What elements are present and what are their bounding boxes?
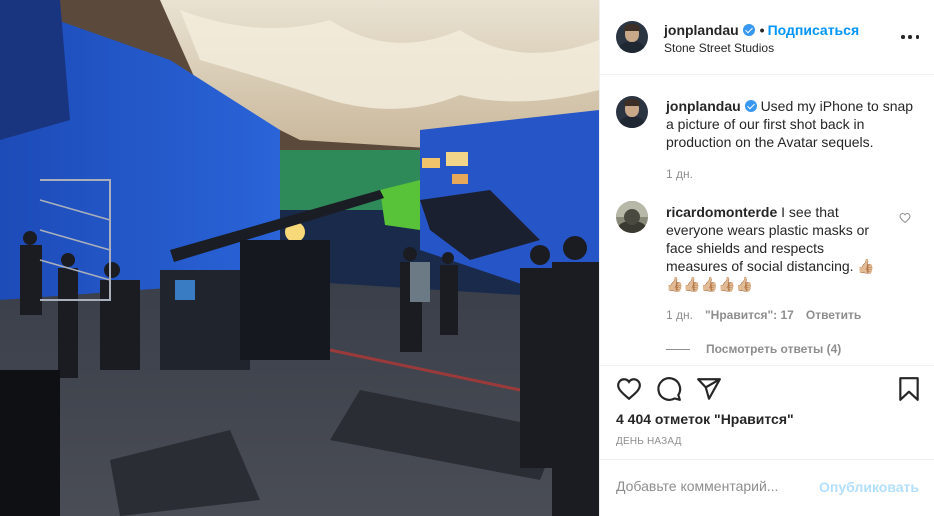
- post-caption: jonplandau Used my iPhone to snap a pict…: [666, 97, 916, 151]
- comment-input[interactable]: [616, 478, 806, 494]
- share-icon[interactable]: [696, 376, 722, 402]
- caption-username[interactable]: jonplandau: [666, 98, 741, 114]
- post-sidebar: jonplandau • Подписаться Stone Street Stud…: [599, 0, 934, 516]
- replies-divider: [666, 348, 690, 350]
- more-dot: [908, 35, 912, 39]
- author-username[interactable]: jonplandau: [664, 22, 739, 38]
- view-replies-label: Посмотреть ответы (4): [706, 342, 842, 356]
- verified-badge-icon: [742, 24, 755, 36]
- comment-likes[interactable]: "Нравится": 17: [705, 308, 794, 322]
- film-set-photo: [0, 0, 599, 516]
- instagram-post: jonplandau • Подписаться Stone Street Stud…: [0, 0, 934, 516]
- separator: •: [759, 22, 765, 38]
- commenter-avatar[interactable]: [616, 201, 648, 233]
- comment-username[interactable]: ricardomonterde: [666, 204, 777, 220]
- verified-badge-icon: [744, 100, 757, 112]
- more-dot: [915, 35, 919, 39]
- more-options-icon[interactable]: [901, 27, 919, 47]
- comment-text-block: ricardomonterde I see that everyone wear…: [666, 203, 880, 293]
- publish-button[interactable]: Опубликовать: [819, 479, 919, 495]
- comment-time: 1 дн.: [666, 308, 693, 322]
- comments-area[interactable]: jonplandau Used my iPhone to snap a pict…: [600, 75, 934, 365]
- likes-count[interactable]: 4 404 отметок "Нравится": [616, 411, 794, 427]
- avatar-body: [619, 116, 645, 128]
- caption-time: 1 дн.: [666, 167, 693, 181]
- comment-icon[interactable]: [656, 376, 682, 402]
- reply-button[interactable]: Ответить: [806, 308, 861, 322]
- location-link[interactable]: Stone Street Studios: [664, 41, 774, 55]
- post-photo[interactable]: [0, 0, 599, 516]
- avatar-face: [624, 209, 640, 225]
- avatar-hair: [624, 24, 640, 31]
- comment-meta: 1 дн. "Нравится": 17 Ответить: [666, 308, 861, 322]
- author-line: jonplandau • Подписаться: [664, 22, 859, 38]
- heart-icon[interactable]: [616, 376, 642, 402]
- more-dot: [901, 35, 905, 39]
- post-time: ДЕНЬ НАЗАД: [616, 436, 682, 447]
- caption-author-avatar[interactable]: [616, 96, 648, 128]
- comment-like-heart-icon[interactable]: [899, 212, 911, 224]
- avatar-hair: [624, 99, 640, 106]
- bookmark-icon[interactable]: [896, 376, 922, 402]
- add-comment-bar: Опубликовать: [600, 459, 934, 516]
- follow-button[interactable]: Подписаться: [768, 22, 860, 38]
- view-replies-button[interactable]: Посмотреть ответы (4): [666, 342, 841, 356]
- action-bar: [600, 365, 934, 415]
- post-header: jonplandau • Подписаться Stone Street Stud…: [600, 0, 934, 75]
- author-avatar[interactable]: [616, 21, 648, 53]
- avatar-body: [619, 41, 645, 53]
